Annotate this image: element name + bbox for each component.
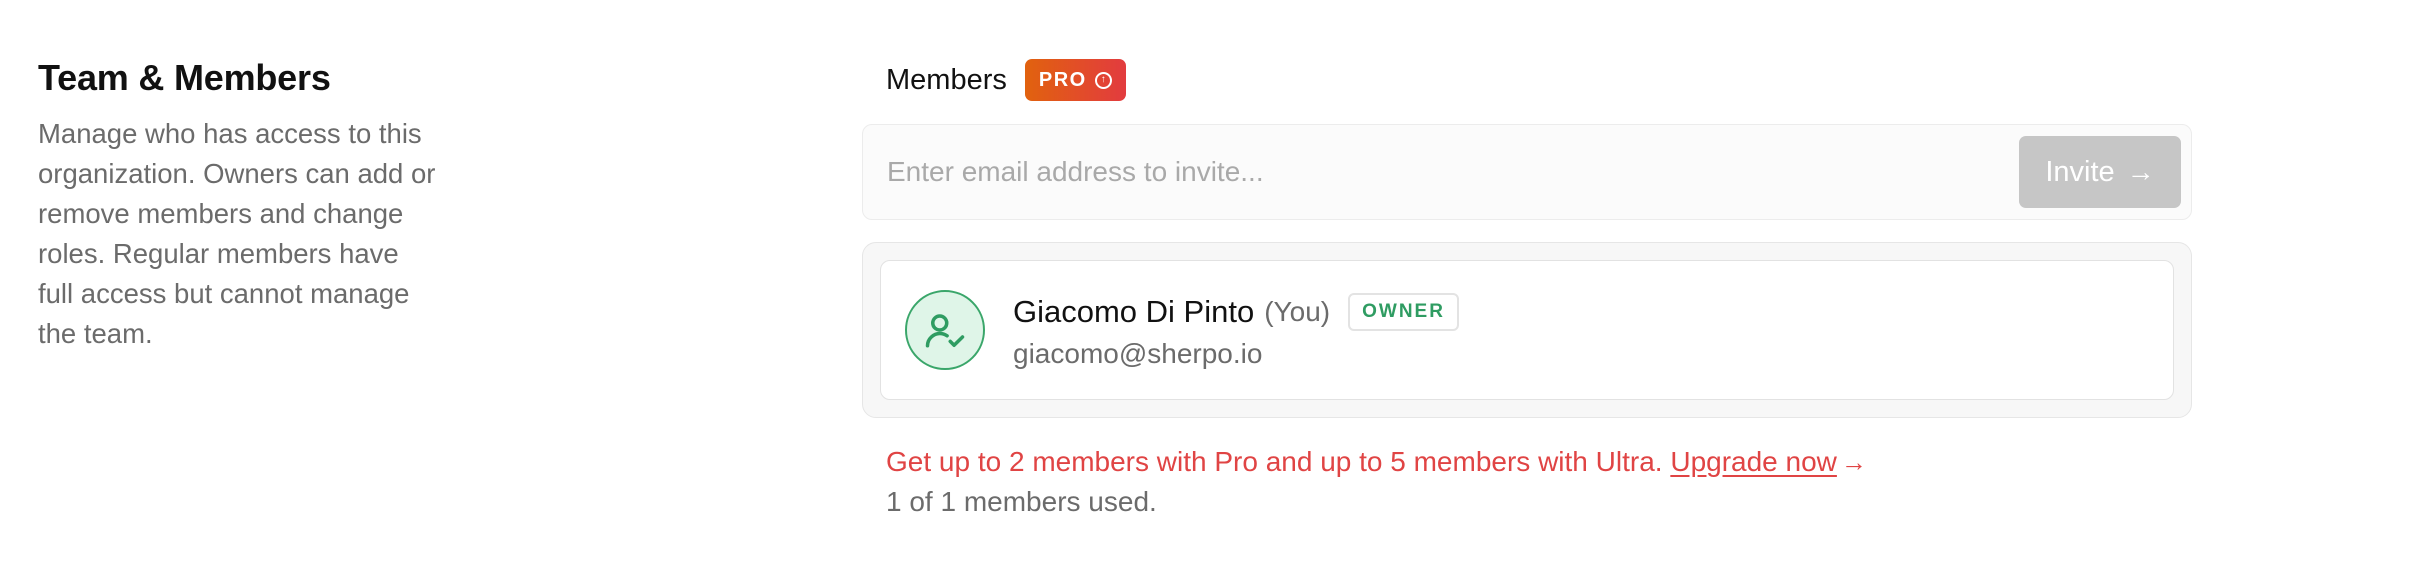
- avatar: [905, 290, 985, 370]
- pro-badge-label: PRO: [1038, 68, 1087, 91]
- members-usage: 1 of 1 members used.: [886, 486, 1157, 517]
- member-heading: Giacomo Di Pinto (You) OWNER: [1013, 290, 1459, 334]
- user-check-icon: [925, 314, 965, 348]
- arrow-right-icon: →: [2126, 156, 2155, 187]
- section-description: Manage who has access to this organizati…: [38, 118, 436, 349]
- member-row: Giacomo Di Pinto (You) OWNER giacomo@she…: [880, 260, 2174, 400]
- section-title: Team & Members: [38, 57, 331, 98]
- member-name: Giacomo Di Pinto: [1013, 294, 1255, 329]
- member-list: Giacomo Di Pinto (You) OWNER giacomo@she…: [862, 242, 2192, 418]
- upgrade-now-link[interactable]: Upgrade now: [1670, 446, 1837, 477]
- invite-button[interactable]: Invite →: [2019, 136, 2181, 208]
- upgrade-arrow-circle-icon: ↑: [1094, 71, 1112, 89]
- upgrade-text: Get up to 2 members with Pro and up to 5…: [886, 446, 1663, 477]
- arrow-right-icon: →: [1840, 447, 1867, 477]
- invite-email-input[interactable]: [863, 125, 2019, 219]
- section-intro: Team & Members Manage who has access to …: [38, 56, 458, 354]
- invite-button-label: Invite: [2045, 155, 2115, 188]
- pro-badge[interactable]: PRO ↑: [1024, 59, 1126, 101]
- member-info: Giacomo Di Pinto (You) OWNER giacomo@she…: [1013, 290, 1459, 370]
- members-panel: Members PRO ↑ Invite →: [862, 58, 2192, 517]
- members-header: Members PRO ↑: [862, 58, 2192, 102]
- upgrade-notice: Get up to 2 members with Pro and up to 5…: [886, 442, 1867, 482]
- member-you-label: (You): [1264, 296, 1331, 327]
- member-email: giacomo@sherpo.io: [1013, 338, 1263, 369]
- role-badge: OWNER: [1348, 293, 1459, 331]
- members-label: Members: [886, 64, 1007, 96]
- invite-form: Invite →: [862, 124, 2192, 220]
- team-members-settings: Team & Members Manage who has access to …: [0, 0, 2410, 570]
